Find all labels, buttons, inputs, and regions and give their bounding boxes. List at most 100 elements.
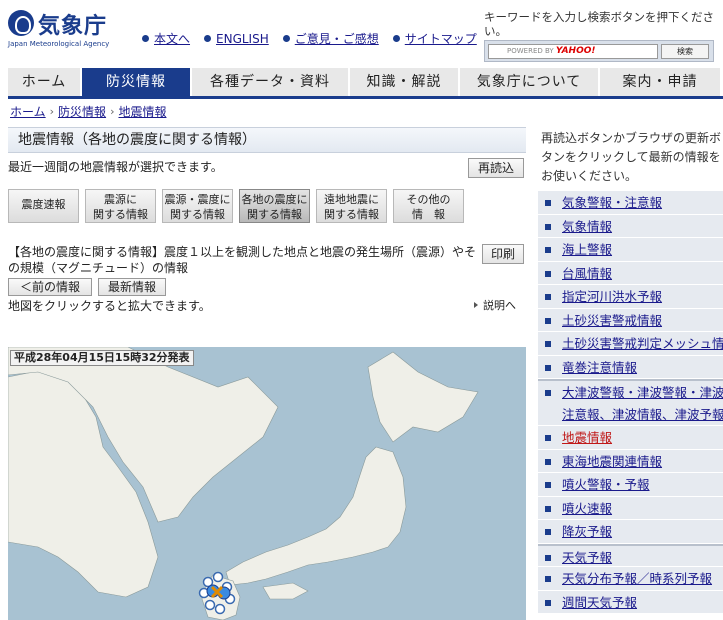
global-nav: ホーム 防災情報 各種データ・資料 知識・解説 気象庁について 案内・申請: [8, 68, 723, 99]
header-link-sitemap[interactable]: サイトマップ: [392, 30, 477, 47]
sidebar-item[interactable]: 週間天気予報: [538, 590, 723, 614]
sidebar-item-label[interactable]: 台風情報: [562, 266, 612, 281]
tab-other-info[interactable]: その他の情 報: [393, 189, 464, 223]
sidebar-item-label[interactable]: 東海地震関連情報: [562, 454, 662, 469]
nav-item-about[interactable]: 気象庁について: [460, 68, 600, 96]
hokkaido: [367, 351, 479, 443]
header-link-label[interactable]: ENGLISH: [216, 32, 269, 46]
bullet-icon: [282, 35, 290, 42]
page-title: 地震情報（各地の震度に関する情報）: [8, 127, 526, 153]
sidebar-item[interactable]: 地震情報: [538, 426, 723, 450]
square-bullet-icon: [545, 341, 551, 347]
tab-label-line2: 関する情報: [170, 208, 225, 221]
bullet-icon: [142, 35, 149, 42]
square-bullet-icon: [545, 200, 551, 206]
previous-info-button[interactable]: ＜前の情報: [8, 278, 92, 296]
breadcrumb-earthquake-info[interactable]: 地震情報: [118, 103, 166, 120]
nav-item-knowledge[interactable]: 知識・解説: [350, 68, 460, 96]
search-powered-by: POWERED BY: [507, 47, 554, 55]
sidebar-item-label[interactable]: 海上警報: [562, 242, 612, 257]
nav-item-guide[interactable]: 案内・申請: [600, 68, 720, 96]
square-bullet-icon: [545, 576, 551, 582]
search-input[interactable]: POWERED BY YAHOO!: [488, 44, 658, 59]
sidebar-item-label[interactable]: 指定河川洪水予報: [562, 289, 662, 304]
breadcrumb-disaster-info[interactable]: 防災情報: [58, 103, 106, 120]
sidebar-item[interactable]: 大津波警報・津波警報・津波注意報、津波情報、津波予報: [538, 379, 723, 426]
square-bullet-icon: [545, 482, 551, 488]
yahoo-logo: YAHOO!: [555, 46, 596, 56]
triangle-right-icon: [474, 302, 478, 308]
earthquake-intensity-map[interactable]: 平成28年04月15日15時32分発表: [8, 347, 526, 620]
tab-hypocenter-info[interactable]: 震源に 関する情報: [85, 189, 156, 223]
sidebar-item[interactable]: 気象情報: [538, 214, 723, 238]
breadcrumb: ホーム › 防災情報 › 地震情報: [10, 103, 166, 120]
latest-info-button[interactable]: 最新情報: [98, 278, 166, 296]
tab-label-line1: その他の: [406, 193, 451, 206]
header-link-label[interactable]: ご意見・ご感想: [295, 30, 379, 47]
header-links: 本文へ ENGLISH ご意見・ご感想 サイトマップ: [142, 30, 477, 47]
tab-regional-intensity-info[interactable]: 各地の震度に 関する情報: [239, 189, 310, 223]
sidebar-item[interactable]: 竜巻注意情報: [538, 355, 723, 379]
tab-distant-earthquake-info[interactable]: 遠地地震に 関する情報: [316, 189, 387, 223]
jma-emblem-icon: [8, 10, 34, 36]
print-button[interactable]: 印刷: [482, 244, 524, 264]
sidebar-item[interactable]: 噴火速報: [538, 496, 723, 520]
sidebar-item-label[interactable]: 天気予報: [562, 550, 612, 565]
nav-item-home[interactable]: ホーム: [8, 68, 82, 96]
sidebar-item[interactable]: 土砂災害警戒情報: [538, 308, 723, 332]
sidebar-item-label[interactable]: 竜巻注意情報: [562, 360, 637, 375]
sidebar: 再読込ボタンかブラウザの更新ボタンをクリックして最新の情報をお使いください。 気…: [538, 127, 723, 620]
square-bullet-icon: [545, 529, 551, 535]
header-link-english[interactable]: ENGLISH: [204, 30, 269, 47]
info-tabs: 震度速報 震源に 関する情報 震源・震度に 関する情報 各地の震度に 関する情報 遠地…: [8, 189, 464, 223]
jma-logo[interactable]: 気象庁 Japan Meteorological Agency: [8, 8, 128, 52]
sidebar-item[interactable]: 降灰予報: [538, 520, 723, 544]
sidebar-item-label[interactable]: 気象警報・注意報: [562, 195, 662, 210]
info-description: 【各地の震度に関する情報】震度１以上を観測した地点と地震の発生場所（震源）やその…: [8, 245, 477, 275]
logo-title: 気象庁: [38, 14, 108, 39]
sidebar-item[interactable]: 気象警報・注意報: [538, 191, 723, 215]
square-bullet-icon: [545, 505, 551, 512]
sidebar-item[interactable]: 海上警報: [538, 238, 723, 262]
header-link-feedback[interactable]: ご意見・ご感想: [282, 30, 379, 47]
sidebar-item-label[interactable]: 気象情報: [562, 219, 612, 234]
square-bullet-icon: [545, 294, 551, 300]
square-bullet-icon: [545, 554, 551, 561]
sidebar-item[interactable]: 土砂災害警戒判定メッシュ情報: [538, 332, 723, 356]
nav-item-disaster-info[interactable]: 防災情報: [82, 68, 192, 96]
sidebar-item-label[interactable]: 土砂災害警戒判定メッシュ情報: [562, 336, 723, 351]
sidebar-item-label[interactable]: 週間天気予報: [562, 595, 637, 610]
explanation-link[interactable]: 説明へ: [474, 297, 516, 313]
sidebar-item[interactable]: 天気分布予報／時系列予報: [538, 567, 723, 591]
sidebar-item-label[interactable]: 降灰予報: [562, 524, 612, 539]
square-bullet-icon: [545, 270, 551, 277]
search-button[interactable]: 検索: [661, 44, 709, 59]
tab-label: 震度速報: [21, 198, 66, 211]
tab-label-line2: 関する情報: [247, 208, 302, 221]
header-link-main[interactable]: 本文へ: [142, 30, 190, 47]
explanation-link-label: 説明へ: [483, 299, 516, 312]
sidebar-item-label[interactable]: 噴火速報: [562, 501, 612, 516]
chevron-right-icon: ›: [49, 105, 55, 118]
sidebar-item[interactable]: 指定河川洪水予報: [538, 285, 723, 309]
bullet-icon: [204, 35, 212, 42]
sidebar-item-label[interactable]: 土砂災害警戒情報: [562, 313, 662, 328]
nav-item-data[interactable]: 各種データ・資料: [192, 68, 350, 96]
japan-map-graphic: [8, 347, 479, 620]
header-link-label[interactable]: 本文へ: [154, 30, 190, 47]
sidebar-item[interactable]: 天気予報: [538, 543, 723, 567]
sidebar-item[interactable]: 台風情報: [538, 261, 723, 285]
sidebar-item-label[interactable]: 噴火警報・予報: [562, 477, 650, 492]
sidebar-item-label[interactable]: 天気分布予報／時系列予報: [562, 571, 712, 586]
sidebar-menu: 気象警報・注意報 気象情報海上警報台風情報指定河川洪水予報 土砂災害警戒情報土砂災害…: [538, 191, 723, 614]
sidebar-item-label[interactable]: 地震情報: [562, 430, 612, 445]
breadcrumb-home[interactable]: ホーム: [10, 103, 46, 120]
sidebar-item-label[interactable]: 大津波警報・津波警報・津波注意報、津波情報、津波予報: [562, 385, 723, 422]
tab-hypocenter-intensity-info[interactable]: 震源・震度に 関する情報: [162, 189, 233, 223]
tab-label-line2: 関する情報: [324, 208, 379, 221]
reload-button[interactable]: 再読込: [468, 158, 524, 178]
sidebar-item[interactable]: 噴火警報・予報: [538, 473, 723, 497]
sidebar-item[interactable]: 東海地震関連情報: [538, 449, 723, 473]
header-link-label[interactable]: サイトマップ: [405, 30, 477, 47]
tab-seismic-intensity-flash[interactable]: 震度速報: [8, 189, 79, 223]
